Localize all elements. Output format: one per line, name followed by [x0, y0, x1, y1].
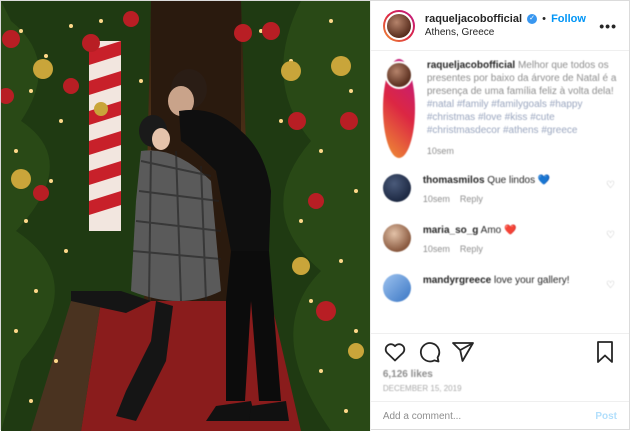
post-sidebar: raqueljacobofficial ✓ • Follow Athens, G…	[369, 1, 629, 431]
follow-button[interactable]: Follow	[551, 13, 586, 25]
add-comment-bar: Post	[370, 401, 629, 431]
comment-text: Que lindos	[487, 175, 536, 186]
christmas-kiss-photo	[1, 1, 370, 431]
reply-button[interactable]: Reply	[460, 194, 483, 204]
red-heart-emoji: ❤️	[504, 225, 517, 236]
comment-body: maria_so_g Amo ❤️ 10sem Reply	[423, 224, 617, 256]
comment-item: maria_so_g Amo ❤️ 10sem Reply ♡	[382, 224, 617, 256]
post-header: raqueljacobofficial ✓ • Follow Athens, G…	[370, 1, 629, 51]
comment-avatar[interactable]	[382, 174, 411, 202]
comment-time[interactable]: 10sem	[423, 244, 450, 254]
comment-username[interactable]: maria_so_g	[423, 225, 479, 236]
comment-item: thomasmilos Que lindos 💙 10sem Reply ♡	[382, 174, 617, 206]
reply-button[interactable]: Reply	[460, 244, 483, 254]
add-comment-input[interactable]	[382, 411, 596, 422]
share-icon[interactable]	[451, 340, 475, 364]
comments-section[interactable]: raqueljacobofficial Melhor que todos os …	[371, 51, 629, 333]
header-text: raqueljacobofficial ✓ • Follow Athens, G…	[425, 12, 599, 40]
like-comment-heart-icon[interactable]: ♡	[606, 180, 615, 191]
username-link[interactable]: raqueljacobofficial	[425, 13, 522, 25]
verified-badge-icon: ✓	[527, 13, 538, 24]
heart-icon[interactable]	[383, 340, 407, 364]
like-comment-heart-icon[interactable]: ♡	[606, 280, 615, 291]
comment-meta: 10sem Reply	[423, 193, 617, 206]
post-comment-button[interactable]: Post	[595, 411, 617, 422]
comment-username[interactable]: mandyrgreece	[423, 275, 491, 286]
post-photo[interactable]	[1, 1, 370, 431]
post-date[interactable]: December 15, 2019	[371, 380, 629, 401]
like-comment-heart-icon[interactable]: ♡	[606, 230, 615, 241]
caption-avatar[interactable]	[384, 61, 413, 89]
caption-hashtags[interactable]: #natal #family #familygoals #happy #chri…	[427, 99, 583, 136]
action-bar	[370, 333, 629, 369]
comment-text: Amo	[480, 225, 502, 236]
avatar[interactable]	[384, 11, 413, 40]
comment-avatar[interactable]	[382, 274, 411, 302]
caption-story-ring[interactable]	[382, 59, 415, 158]
separator-dot: •	[542, 12, 547, 25]
caption-time[interactable]: 10sem	[427, 145, 617, 158]
post-container: raqueljacobofficial ✓ • Follow Athens, G…	[0, 0, 630, 431]
comment-icon[interactable]	[417, 340, 441, 364]
location-link[interactable]: Athens, Greece	[425, 26, 599, 40]
comment-item: mandyrgreece love your gallery! ♡	[382, 274, 617, 302]
comment-body: thomasmilos Que lindos 💙 10sem Reply	[423, 174, 617, 206]
comment-body: mandyrgreece love your gallery!	[423, 274, 617, 287]
more-options-icon[interactable]: •••	[599, 18, 617, 34]
comment-avatar[interactable]	[382, 224, 411, 252]
caption: raqueljacobofficial Melhor que todos os …	[382, 59, 617, 158]
comment-text: love your gallery!	[493, 275, 570, 286]
comment-username[interactable]: thomasmilos	[423, 175, 485, 186]
story-ring[interactable]	[382, 9, 415, 42]
blue-heart-emoji: 💙	[537, 175, 551, 186]
caption-username[interactable]: raqueljacobofficial	[427, 60, 515, 71]
caption-body: raqueljacobofficial Melhor que todos os …	[427, 59, 617, 158]
comment-meta: 10sem Reply	[423, 243, 617, 256]
likes-count[interactable]: 6,126 likes	[371, 369, 629, 380]
comment-time[interactable]: 10sem	[423, 194, 450, 204]
bookmark-icon[interactable]	[593, 340, 617, 364]
